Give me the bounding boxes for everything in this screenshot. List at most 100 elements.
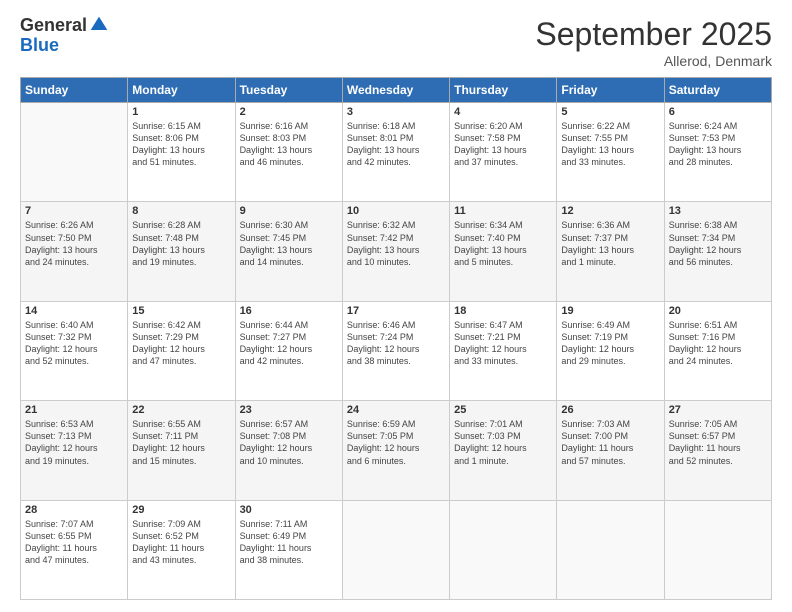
day-info: Sunrise: 6:22 AM Sunset: 7:55 PM Dayligh…	[561, 120, 659, 169]
day-number: 8	[132, 205, 230, 217]
logo-text: General Blue	[20, 16, 109, 56]
table-row: 4 Sunrise: 6:20 AM Sunset: 7:58 PM Daylig…	[450, 103, 557, 202]
calendar-week-row: 7 Sunrise: 6:26 AM Sunset: 7:50 PM Daylig…	[21, 202, 772, 301]
day-info: Sunrise: 6:28 AM Sunset: 7:48 PM Dayligh…	[132, 219, 230, 268]
day-info: Sunrise: 6:30 AM Sunset: 7:45 PM Dayligh…	[240, 219, 338, 268]
day-number: 14	[25, 305, 123, 317]
table-row: 8 Sunrise: 6:28 AM Sunset: 7:48 PM Daylig…	[128, 202, 235, 301]
day-info: Sunrise: 6:57 AM Sunset: 7:08 PM Dayligh…	[240, 418, 338, 467]
day-number: 13	[669, 205, 767, 217]
day-number: 19	[561, 305, 659, 317]
calendar-table: Sunday Monday Tuesday Wednesday Thursday…	[20, 77, 772, 600]
day-number: 10	[347, 205, 445, 217]
table-row: 22Sunrise: 6:55 AM Sunset: 7:11 PM Dayli…	[128, 401, 235, 500]
table-row: 10 Sunrise: 6:32 AM Sunset: 7:42 PM Dayli…	[342, 202, 449, 301]
day-info: Sunrise: 7:09 AM Sunset: 6:52 PM Dayligh…	[132, 518, 230, 567]
calendar-week-row: 14 Sunrise: 6:40 AM Sunset: 7:32 PM Dayli…	[21, 301, 772, 400]
day-number: 16	[240, 305, 338, 317]
day-number: 23	[240, 404, 338, 416]
day-info: Sunrise: 6:47 AM Sunset: 7:21 PM Dayligh…	[454, 319, 552, 368]
title-block: September 2025 Allerod, Denmark	[535, 16, 772, 69]
table-row: 11 Sunrise: 6:34 AM Sunset: 7:40 PM Dayli…	[450, 202, 557, 301]
table-row: 6 Sunrise: 6:24 AM Sunset: 7:53 PM Daylig…	[664, 103, 771, 202]
table-row: 25Sunrise: 7:01 AM Sunset: 7:03 PM Dayli…	[450, 401, 557, 500]
day-info: Sunrise: 6:44 AM Sunset: 7:27 PM Dayligh…	[240, 319, 338, 368]
subtitle: Allerod, Denmark	[535, 53, 772, 69]
calendar-week-row: 1 Sunrise: 6:15 AM Sunset: 8:06 PM Daylig…	[21, 103, 772, 202]
day-info: Sunrise: 6:34 AM Sunset: 7:40 PM Dayligh…	[454, 219, 552, 268]
day-number: 30	[240, 504, 338, 516]
table-row: 17 Sunrise: 6:46 AM Sunset: 7:24 PM Dayli…	[342, 301, 449, 400]
day-number: 9	[240, 205, 338, 217]
day-number: 1	[132, 106, 230, 118]
day-number: 6	[669, 106, 767, 118]
table-row: 29 Sunrise: 7:09 AM Sunset: 6:52 PM Dayli…	[128, 500, 235, 599]
month-title: September 2025	[535, 16, 772, 53]
day-number: 17	[347, 305, 445, 317]
day-info: Sunrise: 6:55 AM Sunset: 7:11 PM Dayligh…	[132, 418, 230, 467]
col-sunday: Sunday	[21, 78, 128, 103]
logo-general: General	[20, 16, 87, 36]
table-row: 3Sunrise: 6:18 AM Sunset: 8:01 PM Daylig…	[342, 103, 449, 202]
table-row: 18 Sunrise: 6:47 AM Sunset: 7:21 PM Dayli…	[450, 301, 557, 400]
table-row: 12 Sunrise: 6:36 AM Sunset: 7:37 PM Dayli…	[557, 202, 664, 301]
table-row: 20 Sunrise: 6:51 AM Sunset: 7:16 PM Dayli…	[664, 301, 771, 400]
day-number: 27	[669, 404, 767, 416]
table-row: 9 Sunrise: 6:30 AM Sunset: 7:45 PM Daylig…	[235, 202, 342, 301]
day-info: Sunrise: 7:11 AM Sunset: 6:49 PM Dayligh…	[240, 518, 338, 567]
table-row: 16 Sunrise: 6:44 AM Sunset: 7:27 PM Dayli…	[235, 301, 342, 400]
day-number: 4	[454, 106, 552, 118]
day-number: 25	[454, 404, 552, 416]
col-saturday: Saturday	[664, 78, 771, 103]
day-number: 3	[347, 106, 445, 118]
table-row	[342, 500, 449, 599]
day-number: 20	[669, 305, 767, 317]
table-row: 14 Sunrise: 6:40 AM Sunset: 7:32 PM Dayli…	[21, 301, 128, 400]
col-thursday: Thursday	[450, 78, 557, 103]
day-number: 18	[454, 305, 552, 317]
day-info: Sunrise: 6:20 AM Sunset: 7:58 PM Dayligh…	[454, 120, 552, 169]
day-info: Sunrise: 6:51 AM Sunset: 7:16 PM Dayligh…	[669, 319, 767, 368]
day-info: Sunrise: 6:46 AM Sunset: 7:24 PM Dayligh…	[347, 319, 445, 368]
day-number: 11	[454, 205, 552, 217]
table-row	[664, 500, 771, 599]
logo-blue: Blue	[20, 36, 109, 56]
day-info: Sunrise: 6:40 AM Sunset: 7:32 PM Dayligh…	[25, 319, 123, 368]
day-info: Sunrise: 7:05 AM Sunset: 6:57 PM Dayligh…	[669, 418, 767, 467]
day-info: Sunrise: 6:24 AM Sunset: 7:53 PM Dayligh…	[669, 120, 767, 169]
table-row: 13 Sunrise: 6:38 AM Sunset: 7:34 PM Dayli…	[664, 202, 771, 301]
logo: General Blue	[20, 16, 109, 56]
day-info: Sunrise: 6:38 AM Sunset: 7:34 PM Dayligh…	[669, 219, 767, 268]
table-row: 26 Sunrise: 7:03 AM Sunset: 7:00 PM Dayli…	[557, 401, 664, 500]
table-row: 5Sunrise: 6:22 AM Sunset: 7:55 PM Daylig…	[557, 103, 664, 202]
day-info: Sunrise: 6:16 AM Sunset: 8:03 PM Dayligh…	[240, 120, 338, 169]
table-row: 7 Sunrise: 6:26 AM Sunset: 7:50 PM Daylig…	[21, 202, 128, 301]
table-row: 21Sunrise: 6:53 AM Sunset: 7:13 PM Dayli…	[21, 401, 128, 500]
day-number: 26	[561, 404, 659, 416]
col-tuesday: Tuesday	[235, 78, 342, 103]
day-number: 12	[561, 205, 659, 217]
day-number: 21	[25, 404, 123, 416]
col-monday: Monday	[128, 78, 235, 103]
day-info: Sunrise: 7:07 AM Sunset: 6:55 PM Dayligh…	[25, 518, 123, 567]
table-row	[450, 500, 557, 599]
col-friday: Friday	[557, 78, 664, 103]
day-info: Sunrise: 6:36 AM Sunset: 7:37 PM Dayligh…	[561, 219, 659, 268]
header: General Blue September 2025 Allerod, Den…	[20, 16, 772, 69]
calendar-header-row: Sunday Monday Tuesday Wednesday Thursday…	[21, 78, 772, 103]
day-number: 7	[25, 205, 123, 217]
col-wednesday: Wednesday	[342, 78, 449, 103]
table-row: 24Sunrise: 6:59 AM Sunset: 7:05 PM Dayli…	[342, 401, 449, 500]
table-row	[557, 500, 664, 599]
day-info: Sunrise: 6:15 AM Sunset: 8:06 PM Dayligh…	[132, 120, 230, 169]
day-number: 15	[132, 305, 230, 317]
day-info: Sunrise: 6:26 AM Sunset: 7:50 PM Dayligh…	[25, 219, 123, 268]
day-info: Sunrise: 7:03 AM Sunset: 7:00 PM Dayligh…	[561, 418, 659, 467]
table-row: 27 Sunrise: 7:05 AM Sunset: 6:57 PM Dayli…	[664, 401, 771, 500]
logo-icon	[89, 15, 109, 35]
day-number: 29	[132, 504, 230, 516]
calendar-week-row: 21Sunrise: 6:53 AM Sunset: 7:13 PM Dayli…	[21, 401, 772, 500]
day-info: Sunrise: 6:32 AM Sunset: 7:42 PM Dayligh…	[347, 219, 445, 268]
day-number: 28	[25, 504, 123, 516]
day-number: 24	[347, 404, 445, 416]
